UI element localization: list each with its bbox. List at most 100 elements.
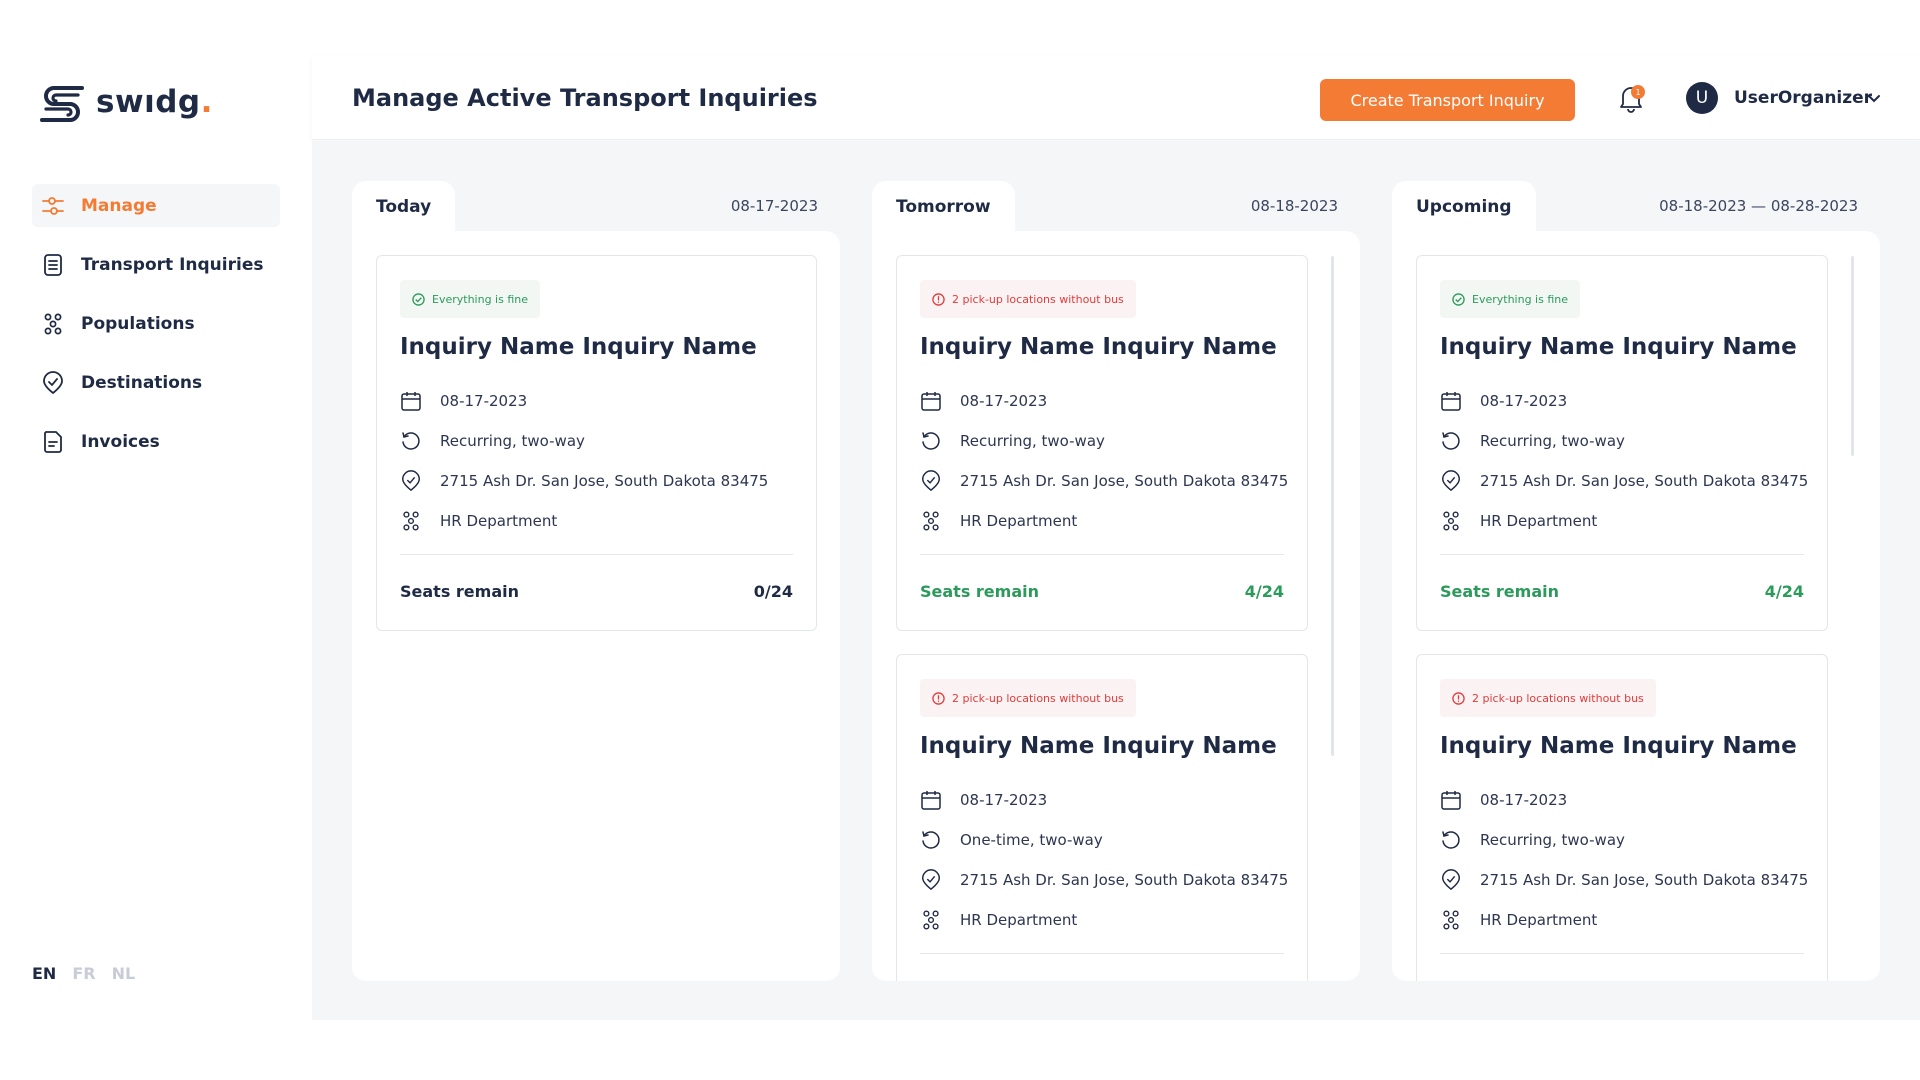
calendar-icon [400,390,422,412]
seats-label: Seats remain [1440,582,1559,601]
inquiry-recurrence-row: One-time, two-way [920,829,1103,851]
column-scrollbar[interactable] [1851,256,1854,456]
seats-label: Seats remain [400,582,519,601]
inquiry-date-row: 08-17-2023 [1440,390,1567,412]
inquiry-address-row: 2715 Ash Dr. San Jose, South Dakota 8347… [400,470,768,492]
seats-value: 4/24 [1764,582,1804,601]
alert-circle-icon [1452,691,1465,705]
sidebar-item-label: Invoices [81,431,160,452]
create-transport-inquiry-button[interactable]: Create Transport Inquiry [1320,79,1575,121]
inquiry-date: 08-17-2023 [1480,791,1568,809]
sidebar-item-populations[interactable]: Populations [32,302,280,345]
inquiry-card[interactable]: 2 pick-up locations without bus Inquiry … [896,255,1308,631]
inquiry-population: HR Department [960,911,1078,929]
inquiry-date-row: 08-17-2023 [400,390,527,412]
group-icon [920,510,942,532]
status-text: 2 pick-up locations without bus [1472,691,1644,705]
card-divider [1440,554,1804,555]
status-text: 2 pick-up locations without bus [952,292,1124,306]
inquiry-population-row: HR Department [1440,510,1597,532]
sidebar-item-label: Populations [81,313,195,334]
language-switcher: EN FR NL [32,964,135,983]
column-date: 08-18-2023 [1250,197,1338,215]
document-list-icon [41,253,65,277]
calendar-icon [920,789,942,811]
inquiry-population-row: HR Department [920,909,1077,931]
tab-today[interactable]: Today [352,181,456,232]
check-circle-icon [1452,292,1465,306]
sidebar-nav: Manage Transport Inquiries Populations D… [32,184,280,479]
inquiry-card[interactable]: Everything is fine Inquiry Name Inquiry … [1416,255,1828,631]
sidebar-item-destinations[interactable]: Destinations [32,361,280,404]
card-divider [920,953,1284,954]
column-body: Everything is fine Inquiry Name Inquiry … [352,231,840,981]
column-body: Everything is fine Inquiry Name Inquiry … [1392,231,1880,981]
inquiry-recurrence: One-time, two-way [960,831,1103,849]
recurring-icon [920,430,942,452]
tab-tomorrow[interactable]: Tomorrow [872,181,1015,232]
language-nl[interactable]: NL [112,964,136,983]
inquiry-address: 2715 Ash Dr. San Jose, South Dakota 8347… [960,871,1289,889]
location-check-icon [41,370,65,395]
inquiry-population-row: HR Department [1440,909,1597,931]
sidebar-item-transport-inquiries[interactable]: Transport Inquiries [32,243,280,286]
column-today: Today 08-17-2023 Everything is fine Inqu… [352,181,840,981]
inquiry-recurrence-row: Recurring, two-way [1440,829,1625,851]
check-circle-icon [412,292,425,306]
inquiry-address: 2715 Ash Dr. San Jose, South Dakota 8347… [1480,871,1809,889]
group-icon [400,510,422,532]
group-icon [920,909,942,931]
column-date: 08-17-2023 [730,197,818,215]
sidebar-item-invoices[interactable]: Invoices [32,420,280,463]
inquiry-date: 08-17-2023 [440,392,528,410]
card-divider [400,554,793,555]
inquiry-title: Inquiry Name Inquiry Name [1440,733,1797,759]
status-text: Everything is fine [1472,292,1569,306]
inquiry-address: 2715 Ash Dr. San Jose, South Dakota 8347… [960,472,1289,490]
notification-badge: 1 [1631,85,1645,99]
avatar[interactable]: U [1686,82,1718,114]
inquiry-recurrence: Recurring, two-way [1480,432,1625,450]
group-icon [41,312,65,336]
status-badge: 2 pick-up locations without bus [1440,679,1656,717]
status-text: 2 pick-up locations without bus [952,691,1124,705]
language-en[interactable]: EN [32,964,56,983]
sidebar-item-manage[interactable]: Manage [32,184,280,227]
seats-value: 4/24 [1244,582,1284,601]
inquiry-recurrence-row: Recurring, two-way [920,430,1105,452]
sidebar: swıdg. Manage Transport Inquiries Popula… [0,0,312,1080]
brand-name: swıdg. [96,84,213,120]
username[interactable]: UserOrganizer [1734,88,1872,108]
inquiry-card[interactable]: 2 pick-up locations without bus Inquiry … [896,654,1308,981]
inquiry-card[interactable]: Everything is fine Inquiry Name Inquiry … [376,255,817,631]
recurring-icon [1440,430,1462,452]
seats-value: 0/24 [753,582,793,601]
brand-logo[interactable]: swıdg. [38,82,213,122]
inquiry-recurrence-row: Recurring, two-way [400,430,585,452]
location-check-icon [920,869,942,891]
column-tomorrow: Tomorrow 08-18-2023 2 pick-up locations … [872,181,1360,981]
column-body: 2 pick-up locations without bus Inquiry … [872,231,1360,981]
tab-upcoming[interactable]: Upcoming [1392,181,1536,232]
inquiry-date-row: 08-17-2023 [920,789,1047,811]
inquiry-population: HR Department [1480,911,1598,929]
language-fr[interactable]: FR [72,964,95,983]
recurring-icon [1440,829,1462,851]
inquiry-recurrence: Recurring, two-way [440,432,585,450]
swidg-logo-icon [40,86,84,122]
calendar-icon [920,390,942,412]
chevron-down-icon[interactable] [1867,93,1881,105]
inquiry-card[interactable]: 2 pick-up locations without bus Inquiry … [1416,654,1828,981]
card-divider [920,554,1284,555]
calendar-icon [1440,390,1462,412]
invoice-icon [41,430,65,454]
group-icon [1440,909,1462,931]
alert-circle-icon [932,691,945,705]
column-scrollbar[interactable] [1331,256,1334,756]
inquiry-recurrence: Recurring, two-way [1480,831,1625,849]
inquiry-board: Today 08-17-2023 Everything is fine Inqu… [312,141,1920,1020]
location-check-icon [1440,869,1462,891]
column-date-range: 08-18-2023 — 08-28-2023 [1659,197,1858,215]
location-check-icon [400,470,422,492]
inquiry-title: Inquiry Name Inquiry Name [920,334,1277,360]
